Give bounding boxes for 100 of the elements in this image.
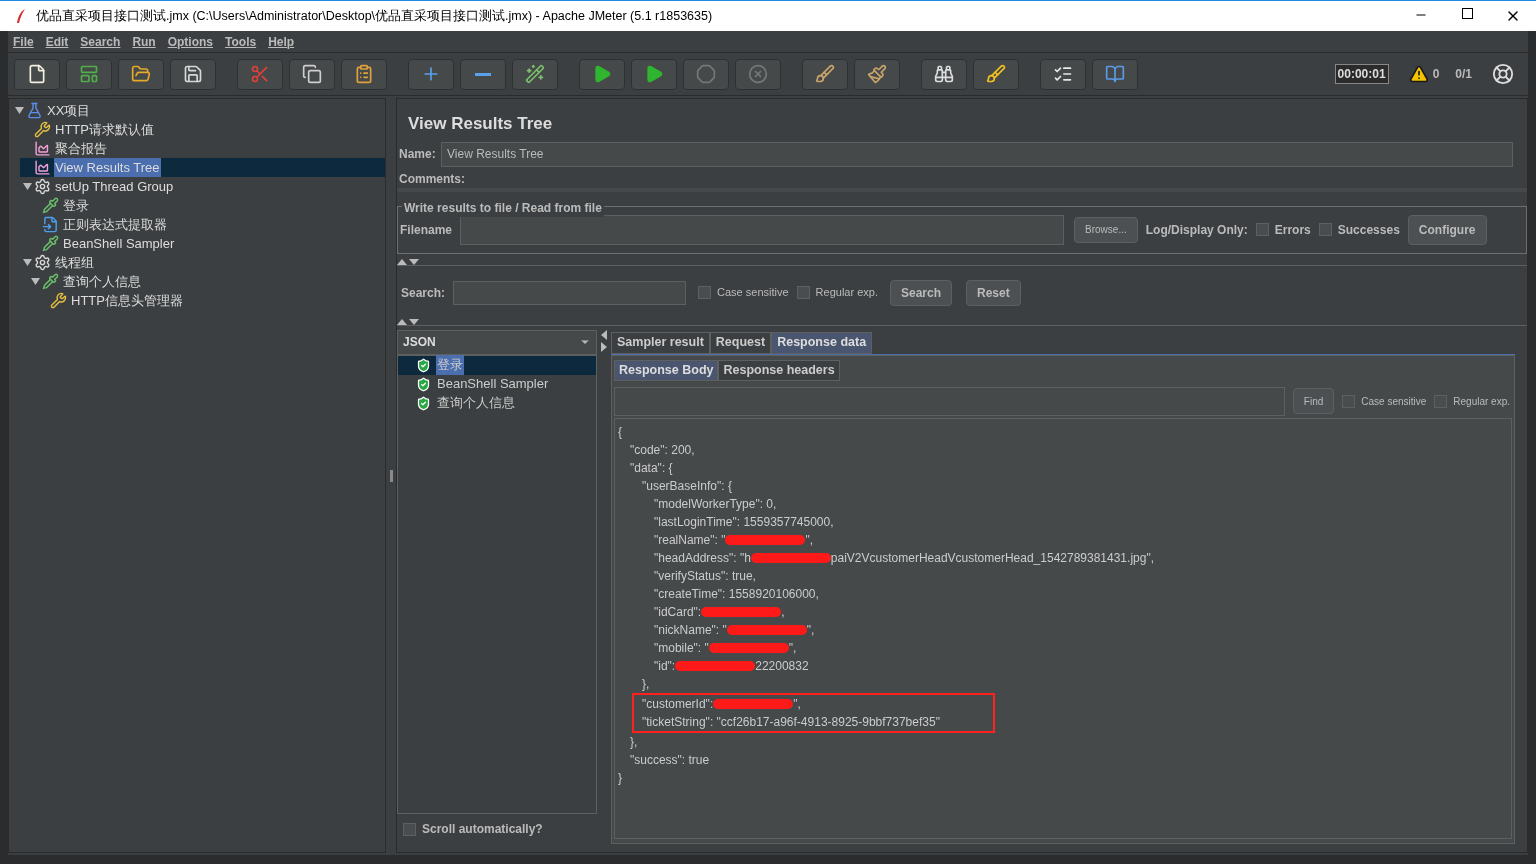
tree-item[interactable]: View Results Tree [54, 157, 161, 178]
code-text: "modelWorkerType": 0, [654, 495, 777, 513]
toolbar-button[interactable] [1040, 58, 1086, 90]
button[interactable]: Browse... [1074, 216, 1138, 243]
code-text: }, [642, 675, 650, 693]
code-text: "data": { [630, 459, 673, 477]
tab[interactable]: Response data [771, 331, 873, 354]
toolbar-button[interactable] [118, 58, 164, 90]
wrench-icon [34, 121, 51, 138]
tree-item[interactable]: 登录 [62, 195, 90, 216]
tree-item[interactable]: setUp Thread Group [54, 176, 175, 197]
button[interactable]: Configure [1407, 214, 1487, 245]
expand-toggle-icon[interactable] [22, 259, 32, 266]
menu-item[interactable]: Help [268, 32, 295, 51]
toolbar-button[interactable] [921, 58, 967, 90]
tab[interactable]: Request [709, 331, 772, 354]
template-icon [79, 64, 99, 84]
toolbar-button[interactable] [341, 58, 387, 90]
tree-item[interactable]: 查询个人信息 [62, 271, 142, 292]
toolbar-button[interactable] [66, 58, 112, 90]
toolbar-button[interactable] [631, 58, 677, 90]
menu-item[interactable]: Tools [225, 32, 257, 51]
checkbox-label: Scroll automatically? [422, 821, 543, 838]
document-icon [27, 64, 47, 84]
checkbox[interactable] [1342, 394, 1356, 408]
tree-item[interactable]: BeanShell Sampler [62, 233, 176, 254]
pipette-icon [42, 273, 59, 290]
split-arrows-icon[interactable] [397, 318, 419, 325]
toolbar-button[interactable] [170, 58, 216, 90]
menu-item[interactable]: Search [80, 32, 121, 51]
tree-item[interactable]: XX项目 [46, 100, 92, 121]
find-field[interactable] [614, 386, 1285, 416]
code-text: "ticketString": "ccf26b17-a96f-4913-8925-9bbf737bef35" [642, 713, 940, 731]
toolbar-button[interactable] [973, 58, 1019, 90]
gear-icon [34, 178, 51, 195]
warning-icon[interactable] [1408, 64, 1429, 84]
minus-icon [475, 72, 491, 76]
toolbar-button[interactable] [460, 58, 506, 90]
octagon-icon [696, 64, 716, 84]
menu-item[interactable]: Run [132, 32, 156, 51]
result-item[interactable]: 查询个人信息 [436, 393, 516, 413]
button[interactable]: Find [1292, 388, 1335, 414]
checkbox[interactable] [796, 286, 810, 299]
toolbar-button[interactable] [854, 58, 900, 90]
code-text: "verifyStatus": true, [654, 567, 756, 585]
toolbar-button[interactable] [512, 58, 558, 90]
expand-toggle-icon[interactable] [14, 107, 24, 114]
checkbox[interactable] [698, 286, 712, 299]
code-text: ", [793, 695, 801, 713]
checkbox[interactable] [1255, 223, 1269, 236]
splitter-grip-icon[interactable] [389, 469, 393, 482]
button[interactable]: Search [889, 279, 952, 306]
result-item[interactable]: BeanShell Sampler [436, 374, 550, 394]
toolbar-button[interactable] [579, 58, 625, 90]
checkbox[interactable] [1434, 394, 1448, 408]
code-text: "success": true [630, 751, 710, 769]
menu-item[interactable]: Edit [45, 32, 69, 51]
renderer-dropdown[interactable]: JSON [397, 329, 597, 355]
pipette-icon [42, 235, 59, 252]
code-text: "nickName": " [654, 621, 727, 639]
tab[interactable]: Response Body [614, 359, 719, 381]
tree-item[interactable]: HTTP请求默认值 [54, 119, 155, 140]
tree-item[interactable]: 聚合报告 [54, 138, 108, 159]
wrench-icon [50, 292, 67, 309]
split-arrows-icon[interactable] [397, 258, 419, 265]
code-text: }, [630, 733, 638, 751]
search-field[interactable] [453, 280, 687, 305]
split-arrows-icon[interactable] [601, 329, 607, 352]
result-item[interactable]: 登录 [436, 355, 464, 375]
name-field[interactable]: View Results Tree [441, 141, 1513, 167]
copy-icon [302, 64, 322, 84]
document-arrow-icon [42, 216, 59, 233]
tab[interactable]: Sampler result [611, 331, 710, 354]
play-icon [644, 64, 664, 84]
code-text: , [781, 603, 785, 621]
checkbox[interactable] [403, 822, 416, 836]
toolbar-button[interactable] [289, 58, 335, 90]
book-icon [1105, 64, 1125, 84]
code-text: "createTime": 1558920106000, [654, 585, 819, 603]
expand-toggle-icon[interactable] [22, 183, 32, 190]
binoculars-icon [934, 64, 954, 84]
checkbox[interactable] [1318, 223, 1332, 236]
button[interactable]: Reset [966, 279, 1021, 306]
code-text: "userBaseInfo": { [642, 477, 732, 495]
toolbar-button[interactable] [802, 58, 848, 90]
tree-item[interactable]: HTTP信息头管理器 [70, 290, 184, 311]
success-icon [416, 357, 431, 373]
expand-toggle-icon[interactable] [30, 278, 40, 285]
folder-icon [131, 64, 151, 84]
filename-field[interactable] [460, 214, 1065, 245]
toolbar-button[interactable] [14, 58, 60, 90]
list-icon [1053, 64, 1073, 84]
tab[interactable]: Response headers [718, 359, 840, 381]
tree-item[interactable]: 正则表达式提取器 [62, 214, 168, 235]
menu-item[interactable]: File [13, 32, 34, 51]
success-icon [416, 395, 431, 411]
panel-title: View Results Tree [408, 113, 554, 135]
lifebuoy-icon[interactable] [1492, 63, 1514, 85]
tree-item[interactable]: 线程组 [54, 252, 95, 273]
menu-item[interactable]: Options [167, 32, 214, 51]
